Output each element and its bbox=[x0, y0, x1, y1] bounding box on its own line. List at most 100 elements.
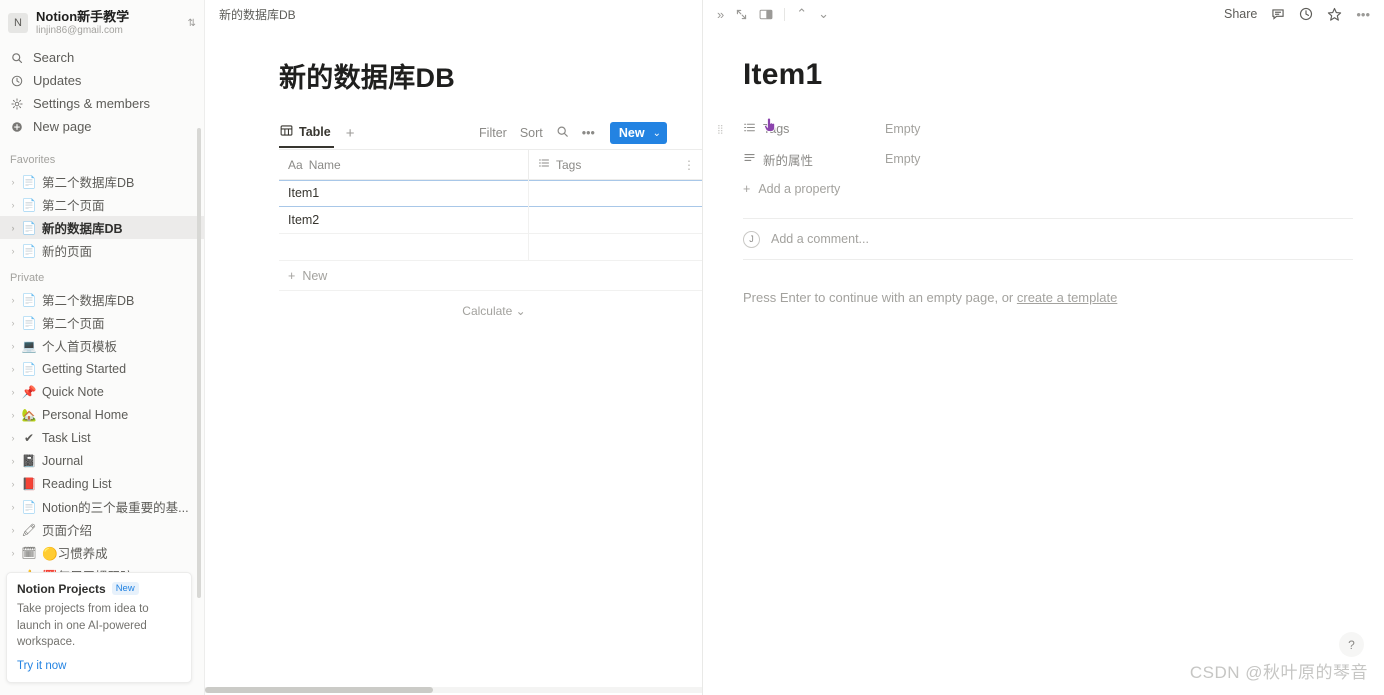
help-button[interactable]: ? bbox=[1339, 632, 1364, 657]
toolbar-actions: Filter Sort ••• New ⌄ bbox=[479, 122, 667, 144]
breadcrumb[interactable]: 新的数据库DB bbox=[205, 0, 702, 28]
cell-tags[interactable] bbox=[529, 180, 699, 207]
gear-icon bbox=[8, 97, 26, 110]
side-peek-icon[interactable] bbox=[759, 8, 773, 21]
filter-button[interactable]: Filter bbox=[479, 126, 507, 140]
private-item[interactable]: › 📌 Quick Note bbox=[0, 380, 204, 403]
private-item[interactable]: › 📄 Getting Started bbox=[0, 357, 204, 380]
favorites-item[interactable]: › 📄 第二个页面 bbox=[0, 193, 204, 216]
chevron-right-icon[interactable]: › bbox=[6, 177, 20, 187]
private-item[interactable]: › ✔ Task List bbox=[0, 426, 204, 449]
favorites-item[interactable]: › 📄 新的页面 bbox=[0, 239, 204, 262]
private-item[interactable]: › 📄 第二个数据库DB bbox=[0, 288, 204, 311]
private-item[interactable]: › 📓 Journal bbox=[0, 449, 204, 472]
cell-name[interactable]: Item2 bbox=[279, 206, 529, 234]
sidebar-item-search[interactable]: Search bbox=[0, 46, 204, 69]
table-row[interactable] bbox=[279, 233, 702, 261]
share-button[interactable]: Share bbox=[1224, 7, 1257, 21]
property-name-custom[interactable]: 新的属性 bbox=[743, 150, 885, 169]
chevron-right-icon[interactable]: › bbox=[6, 502, 20, 512]
private-item[interactable]: › 🏡 Personal Home bbox=[0, 403, 204, 426]
promo-try-it-now-link[interactable]: Try it now bbox=[17, 660, 181, 672]
page-title[interactable]: Item1 bbox=[743, 58, 1384, 92]
chevron-right-icon[interactable]: › bbox=[6, 433, 20, 443]
search-icon bbox=[8, 52, 26, 64]
column-header-tags[interactable]: Tags ⋮ bbox=[529, 150, 699, 180]
chevron-right-icon[interactable]: › bbox=[6, 387, 20, 397]
private-item[interactable]: › 📕 Reading List bbox=[0, 472, 204, 495]
chevron-right-icon[interactable]: › bbox=[6, 525, 20, 535]
database-title[interactable]: 新的数据库DB bbox=[279, 56, 702, 95]
property-name-tags[interactable]: Tags bbox=[743, 117, 885, 137]
database-panel: 新的数据库DB 新的数据库DB Table + Filter Sort ••• … bbox=[205, 0, 703, 695]
private-item[interactable]: › 🖍 页面介绍 bbox=[0, 518, 204, 541]
add-row-button[interactable]: + New bbox=[279, 261, 702, 291]
sidebar-scrollbar[interactable] bbox=[197, 128, 201, 598]
cell-name[interactable] bbox=[279, 233, 529, 261]
workspace-name: Notion新手教学 bbox=[36, 9, 130, 24]
sidebar-item-settings[interactable]: Settings & members bbox=[0, 92, 204, 115]
chevron-right-icon[interactable]: › bbox=[6, 548, 20, 558]
nav-down-icon[interactable]: ⌄ bbox=[818, 6, 829, 22]
property-value-custom[interactable]: Empty bbox=[885, 152, 920, 166]
chevron-right-icon[interactable]: › bbox=[6, 318, 20, 328]
comment-composer[interactable]: J Add a comment... bbox=[743, 219, 1384, 259]
chevron-right-icon[interactable]: › bbox=[6, 295, 20, 305]
cell-tags[interactable] bbox=[529, 234, 699, 261]
private-item[interactable]: › 💻 个人首页模板 bbox=[0, 334, 204, 357]
plus-circle-icon bbox=[8, 121, 26, 133]
cell-tags[interactable] bbox=[529, 207, 699, 234]
chevrons-right-icon[interactable]: » bbox=[717, 7, 724, 22]
private-item-label: Getting Started bbox=[42, 361, 127, 376]
history-clock-icon[interactable] bbox=[1299, 7, 1313, 21]
favorites-item[interactable]: › 📄 第二个数据库DB bbox=[0, 170, 204, 193]
table-header-row: Aa Name Tags ⋮ bbox=[279, 149, 702, 180]
chevron-right-icon[interactable]: › bbox=[6, 246, 20, 256]
drag-handle-icon[interactable]: ⣿ bbox=[717, 124, 727, 133]
calculate-button[interactable]: Calculate ⌄ bbox=[279, 291, 702, 318]
comment-icon[interactable] bbox=[1271, 7, 1285, 21]
empty-page-hint: Press Enter to continue with an empty pa… bbox=[743, 290, 1384, 305]
workspace-switcher[interactable]: N Notion新手教学 linjin86@gmail.com ⇅ bbox=[0, 0, 204, 42]
comment-input[interactable]: Add a comment... bbox=[771, 232, 869, 246]
private-item-label: Quick Note bbox=[42, 384, 104, 399]
private-item[interactable]: › 📄 Notion的三个最重要的基... bbox=[0, 495, 204, 518]
chevron-right-icon[interactable]: › bbox=[6, 341, 20, 351]
chevron-right-icon[interactable]: › bbox=[6, 223, 20, 233]
column-options-icon[interactable]: ⋮ bbox=[683, 158, 699, 172]
chevron-right-icon[interactable]: › bbox=[6, 364, 20, 374]
breadcrumb-label[interactable]: 新的数据库DB bbox=[219, 6, 296, 23]
chevron-down-icon[interactable]: ⌄ bbox=[653, 128, 661, 139]
sort-button[interactable]: Sort bbox=[520, 126, 543, 140]
table-row[interactable]: Item1 bbox=[279, 180, 702, 207]
sidebar-item-updates[interactable]: Updates bbox=[0, 69, 204, 92]
property-value-tags[interactable]: Empty bbox=[885, 122, 920, 136]
new-record-button[interactable]: New ⌄ bbox=[609, 122, 667, 144]
scrollbar-thumb[interactable] bbox=[205, 687, 433, 693]
calculate-label: Calculate bbox=[462, 304, 513, 318]
nav-up-icon[interactable]: ⌃ bbox=[796, 6, 807, 22]
column-header-name[interactable]: Aa Name bbox=[279, 149, 529, 180]
favorites-item-selected[interactable]: › 📄 新的数据库DB bbox=[0, 216, 204, 239]
add-property-button[interactable]: + Add a property bbox=[743, 174, 1384, 204]
ellipsis-icon[interactable]: ••• bbox=[1356, 7, 1370, 22]
chevron-right-icon[interactable]: › bbox=[6, 456, 20, 466]
sidebar-item-new-page[interactable]: New page bbox=[0, 115, 204, 138]
chevron-right-icon[interactable]: › bbox=[6, 200, 20, 210]
table-row[interactable]: Item2 bbox=[279, 206, 702, 234]
add-view-button[interactable]: + bbox=[346, 125, 355, 142]
more-options-icon[interactable]: ••• bbox=[582, 126, 595, 140]
private-item[interactable]: › 📄 第二个页面 bbox=[0, 311, 204, 334]
expand-diagonal-icon[interactable] bbox=[735, 8, 748, 21]
tab-table[interactable]: Table bbox=[279, 118, 334, 148]
horizontal-scrollbar[interactable] bbox=[205, 687, 702, 693]
search-icon[interactable] bbox=[556, 125, 569, 141]
private-item[interactable]: › 🗓 🟡习惯养成 bbox=[0, 541, 204, 564]
create-template-link[interactable]: create a template bbox=[1017, 290, 1117, 305]
chevron-right-icon[interactable]: › bbox=[6, 410, 20, 420]
avatar: J bbox=[743, 230, 760, 248]
chevron-right-icon[interactable]: › bbox=[6, 479, 20, 489]
notion-projects-promo-card[interactable]: Notion Projects New Take projects from i… bbox=[6, 571, 192, 683]
cell-name[interactable]: Item1 bbox=[279, 180, 529, 207]
star-icon[interactable] bbox=[1327, 7, 1342, 22]
